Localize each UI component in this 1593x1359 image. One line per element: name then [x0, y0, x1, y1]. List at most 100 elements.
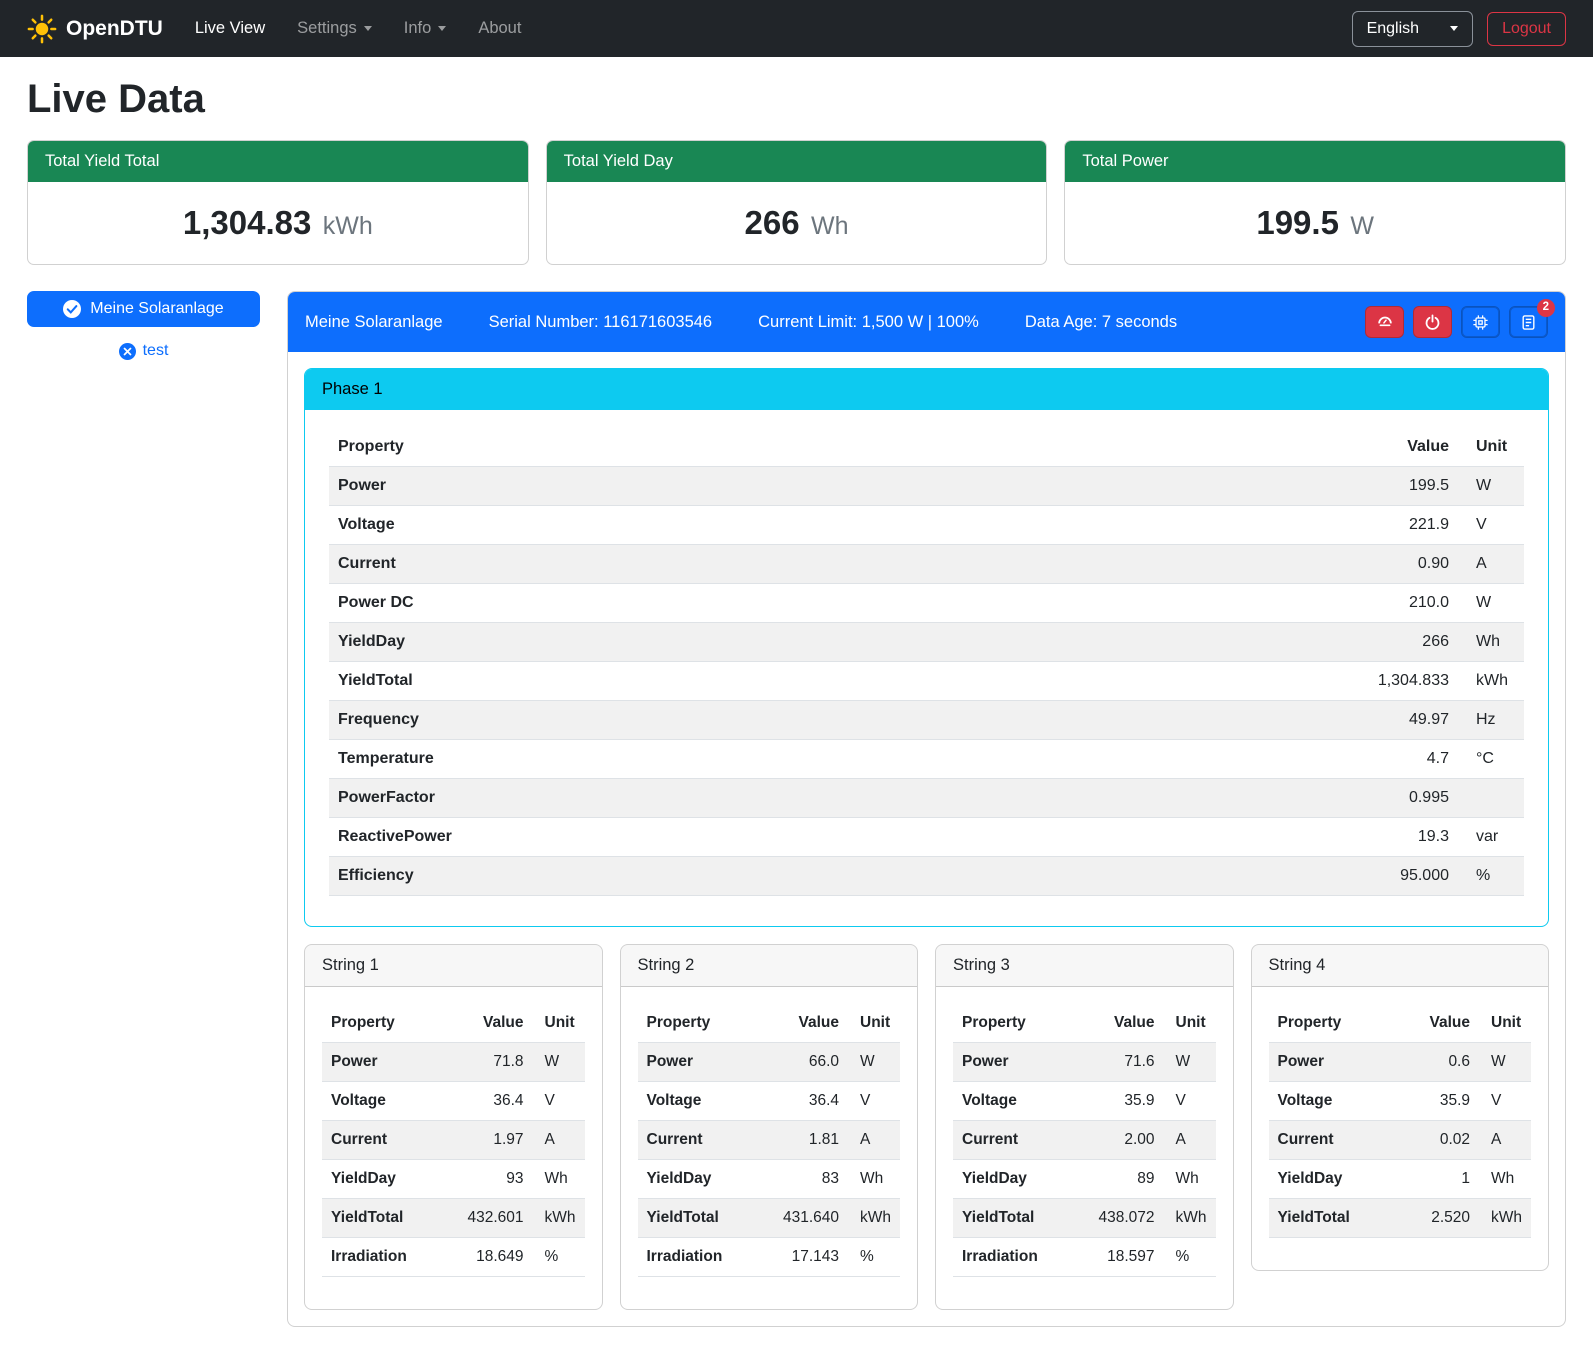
secondary-inverter-link[interactable]: test — [119, 342, 169, 360]
property-cell: Voltage — [1269, 1082, 1408, 1121]
table-row: Voltage 35.9 V — [953, 1082, 1216, 1121]
string-2-card: String 2 Property Value Unit — [620, 944, 919, 1310]
table-row: Power DC 210.0 W — [329, 584, 1524, 623]
unit-cell: % — [1458, 857, 1524, 896]
unit-cell: A — [848, 1121, 900, 1160]
unit-cell: W — [1164, 1043, 1216, 1082]
table-row: Power 0.6 W — [1269, 1043, 1532, 1082]
string-4-table: Property Value Unit Power 0.6 W — [1269, 1004, 1532, 1238]
value-cell: 2.00 — [1089, 1121, 1163, 1160]
card-value: 199.5 — [1256, 204, 1339, 241]
property-cell: Voltage — [638, 1082, 774, 1121]
column-header-value: Value — [458, 1004, 532, 1043]
property-cell: Current — [1269, 1121, 1408, 1160]
value-cell: 4.7 — [1336, 740, 1458, 779]
value-cell: 221.9 — [1336, 506, 1458, 545]
property-cell: PowerFactor — [329, 779, 1336, 818]
string-title: String 2 — [621, 945, 918, 987]
value-cell: 71.8 — [458, 1043, 532, 1082]
property-cell: Current — [953, 1121, 1089, 1160]
property-cell: Power — [1269, 1043, 1408, 1082]
value-cell: 36.4 — [458, 1082, 532, 1121]
property-cell: Frequency — [329, 701, 1336, 740]
value-cell: 2.520 — [1407, 1199, 1479, 1238]
power-toggle-button[interactable] — [1413, 306, 1452, 338]
table-row: YieldDay 89 Wh — [953, 1160, 1216, 1199]
card-title: Total Yield Day — [547, 141, 1047, 182]
column-header-unit: Unit — [1164, 1004, 1216, 1043]
brand-logo[interactable]: OpenDTU — [27, 14, 163, 44]
unit-cell: Wh — [1164, 1160, 1216, 1199]
card-value: 266 — [745, 204, 800, 241]
nav-item-about[interactable]: About — [478, 19, 521, 38]
table-row: Voltage 36.4 V — [322, 1082, 585, 1121]
value-cell: 199.5 — [1336, 467, 1458, 506]
value-cell: 0.6 — [1407, 1043, 1479, 1082]
property-cell: YieldTotal — [322, 1199, 458, 1238]
total-power-card: Total Power 199.5 W — [1064, 140, 1566, 265]
table-row: ReactivePower 19.3 var — [329, 818, 1524, 857]
table-row: Current 1.81 A — [638, 1121, 901, 1160]
restart-button[interactable] — [1461, 306, 1500, 338]
logout-button[interactable]: Logout — [1487, 12, 1566, 46]
property-cell: Current — [329, 545, 1336, 584]
column-header-unit: Unit — [1458, 428, 1524, 467]
string-3-card: String 3 Property Value Unit — [935, 944, 1234, 1310]
string-1-table: Property Value Unit Power 71.8 W — [322, 1004, 585, 1277]
column-header-unit: Unit — [848, 1004, 900, 1043]
value-cell: 35.9 — [1407, 1082, 1479, 1121]
table-row: Irradiation 17.143 % — [638, 1238, 901, 1277]
value-cell: 18.649 — [458, 1238, 532, 1277]
string-3-table: Property Value Unit Power 71.6 W — [953, 1004, 1216, 1277]
table-row: PowerFactor 0.995 — [329, 779, 1524, 818]
unit-cell — [1458, 779, 1524, 818]
panel-data-age: Data Age: 7 seconds — [1025, 313, 1177, 332]
value-cell: 95.000 — [1336, 857, 1458, 896]
summary-cards-row: Total Yield Total 1,304.83 kWh Total Yie… — [27, 140, 1566, 265]
property-cell: Voltage — [953, 1082, 1089, 1121]
table-row: Power 71.6 W — [953, 1043, 1216, 1082]
limit-settings-button[interactable] — [1365, 306, 1404, 338]
unit-cell: V — [1164, 1082, 1216, 1121]
page-content: Live Data Total Yield Total 1,304.83 kWh… — [0, 77, 1593, 1357]
card-title: Total Power — [1065, 141, 1565, 182]
page-title: Live Data — [27, 77, 1566, 122]
string-1-card: String 1 Property Value Unit — [304, 944, 603, 1310]
property-cell: Power — [329, 467, 1336, 506]
inverter-select-button[interactable]: Meine Solaranlage — [27, 291, 260, 327]
table-row: Voltage 35.9 V — [1269, 1082, 1532, 1121]
unit-cell: W — [533, 1043, 585, 1082]
value-cell: 266 — [1336, 623, 1458, 662]
table-header-row: Property Value Unit — [329, 428, 1524, 467]
column-header-value: Value — [1407, 1004, 1479, 1043]
table-row: YieldTotal 2.520 kWh — [1269, 1199, 1532, 1238]
property-cell: Current — [638, 1121, 774, 1160]
table-row: YieldDay 93 Wh — [322, 1160, 585, 1199]
language-select-value: English — [1367, 20, 1419, 38]
table-row: Irradiation 18.649 % — [322, 1238, 585, 1277]
value-cell: 210.0 — [1336, 584, 1458, 623]
unit-cell: V — [533, 1082, 585, 1121]
language-select[interactable]: English — [1352, 11, 1473, 47]
nav-item-settings[interactable]: Settings — [297, 19, 372, 38]
table-row: Current 0.02 A — [1269, 1121, 1532, 1160]
value-cell: 17.143 — [774, 1238, 848, 1277]
value-cell: 93 — [458, 1160, 532, 1199]
card-unit: W — [1350, 212, 1374, 240]
string-title: String 4 — [1252, 945, 1549, 987]
value-cell: 49.97 — [1336, 701, 1458, 740]
table-row: Voltage 221.9 V — [329, 506, 1524, 545]
property-cell: Power — [638, 1043, 774, 1082]
value-cell: 431.640 — [774, 1199, 848, 1238]
value-cell: 35.9 — [1089, 1082, 1163, 1121]
nav-item-info[interactable]: Info — [404, 19, 447, 38]
nav-item-live-view[interactable]: Live View — [195, 19, 265, 38]
unit-cell: kWh — [1479, 1199, 1531, 1238]
unit-cell: var — [1458, 818, 1524, 857]
value-cell: 83 — [774, 1160, 848, 1199]
event-log-button[interactable]: 2 — [1509, 306, 1548, 338]
column-header-property: Property — [638, 1004, 774, 1043]
value-cell: 438.072 — [1089, 1199, 1163, 1238]
unit-cell: kWh — [848, 1199, 900, 1238]
card-unit: kWh — [323, 212, 373, 240]
